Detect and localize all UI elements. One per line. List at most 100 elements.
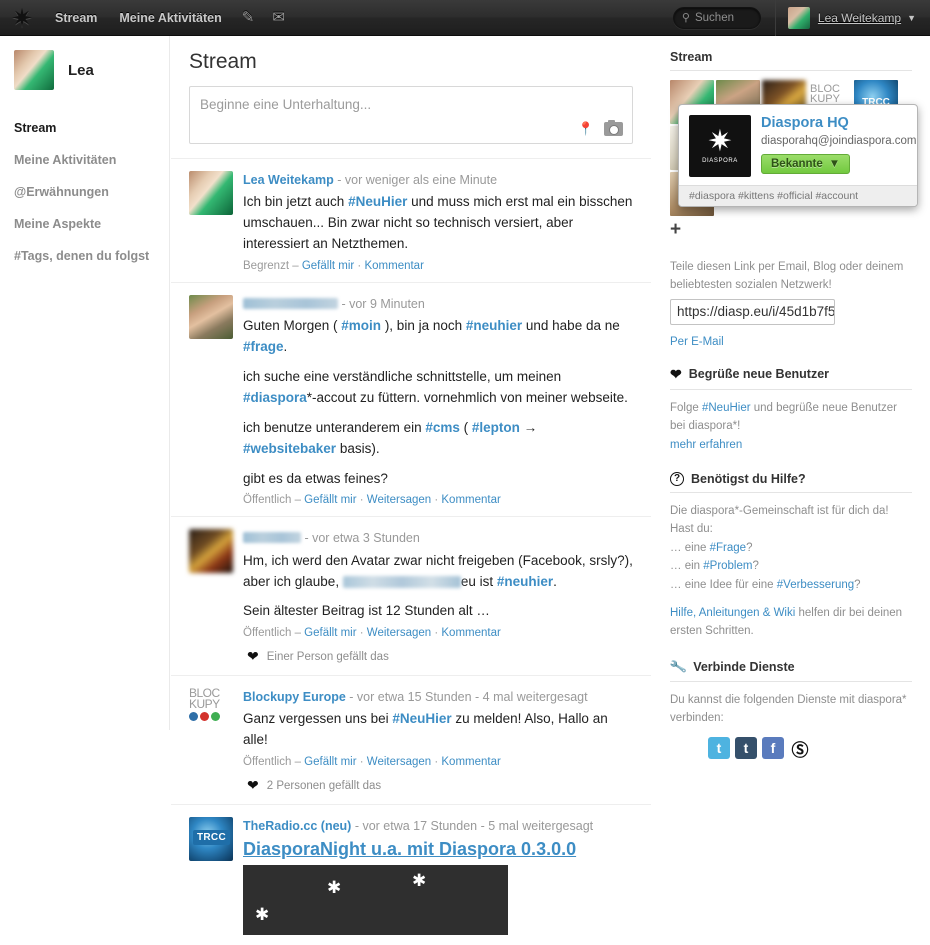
show-more-contacts-button[interactable]: + (670, 216, 912, 241)
welcome-section: ❤ Begrüße neue Benutzer Folge #NeuHier u… (660, 352, 930, 454)
help-footer: Hilfe, Anleitungen & Wiki helfen dir bei… (670, 604, 912, 641)
help-wiki-link[interactable]: Hilfe, Anleitungen & Wiki (670, 607, 795, 619)
search-icon: ⚲ (681, 12, 690, 24)
post-avatar[interactable] (189, 294, 233, 507)
heart-icon: ❤ (247, 777, 259, 794)
location-pin-icon[interactable]: 📍 (578, 121, 594, 137)
post-paragraph: Ich bin jetzt auch #NeuHier und muss mic… (243, 194, 633, 251)
nav-meine-aktivitaeten[interactable]: Meine Aktivitäten (108, 0, 232, 36)
hashtag-link[interactable]: #moin (341, 318, 381, 333)
post-action-kommentar[interactable]: Kommentar (364, 260, 423, 272)
bullet-suffix: ? (854, 578, 861, 591)
sidebar-item-erwaehnungen[interactable]: @Erwähnungen (0, 176, 169, 208)
post-scope: Öffentlich – (243, 627, 305, 640)
post-action-gef-llt-mir[interactable]: Gefällt mir (302, 260, 354, 272)
section-header-services: 🔧 Verbinde Dienste (669, 645, 912, 682)
hashtag-link[interactable]: #neuhier (466, 318, 522, 333)
sidebar-item-tags[interactable]: #Tags, denen du folgst (0, 240, 169, 272)
search-input[interactable]: ⚲ Suchen (672, 6, 761, 29)
redacted-text (342, 575, 461, 588)
welcome-tag[interactable]: #NeuHier (702, 402, 751, 414)
sidebar-item-stream[interactable]: Stream (0, 112, 169, 144)
post-action-kommentar[interactable]: Kommentar (441, 756, 500, 768)
sidebar-user-block[interactable]: Lea (0, 36, 169, 90)
post-header: Lea Weitekamp - vor weniger als eine Min… (243, 171, 633, 189)
user-menu[interactable]: Lea Weitekamp ▼ (774, 0, 930, 36)
welcome-body: Folge #NeuHier und begrüße neue Benutzer… (670, 390, 912, 454)
post-avatar[interactable]: TRCC (189, 817, 233, 935)
post-author[interactable]: TheRadio.cc (neu) (243, 819, 351, 833)
post-timestamp: - vor etwa 17 Stunden - 5 mal weitergesa… (351, 819, 594, 834)
sidebar-item-meine-aktivitaeten[interactable]: Meine Aktivitäten (0, 144, 169, 176)
post-embedded-image[interactable]: ✱ ✱ ✱ (243, 864, 508, 935)
post-avatar[interactable] (189, 529, 233, 665)
invite-by-email-link[interactable]: Per E-Mail (670, 336, 724, 348)
hashtag-link[interactable]: #NeuHier (348, 194, 407, 209)
post-action-kommentar[interactable]: Kommentar (441, 627, 500, 639)
section-title: Verbinde Dienste (693, 659, 795, 674)
blockupy-dots-icon (189, 712, 233, 722)
hashtag-link[interactable]: #diaspora (243, 390, 307, 405)
sidebar-item-meine-aspekte[interactable]: Meine Aspekte (0, 208, 169, 240)
section-header-stream: Stream (670, 36, 912, 71)
post: - vor 9 Minuten Guten Morgen ( #moin ), b… (171, 281, 651, 517)
hover-card-name[interactable]: Diaspora HQ (761, 115, 907, 132)
post-action-gef-llt-mir[interactable]: Gefällt mir (304, 627, 356, 639)
post-timestamp: - vor 9 Minuten (338, 296, 425, 311)
diaspora-asterisk-logo[interactable]: ✷ (0, 0, 44, 36)
wordpress-icon[interactable]: Ⓢ (789, 737, 811, 760)
post-likes: ❤ 2 Personen gefällt das (243, 777, 633, 794)
post-action-gef-llt-mir[interactable]: Gefällt mir (304, 756, 356, 768)
contact-hover-card[interactable]: ✷ DIASPORA Diaspora HQ diasporahq@joindi… (678, 104, 918, 207)
section-title: Benötigst du Hilfe? (691, 471, 806, 486)
chevron-down-icon: ▼ (907, 12, 916, 23)
help-bullet: … eine Idee für eine #Verbesserung? (670, 576, 912, 594)
post-action-weitersagen[interactable]: Weitersagen (367, 756, 431, 768)
avatar (14, 50, 54, 90)
right-sidebar: Stream BLOC KUPY TRCC + Teile diesen Lin… (660, 36, 930, 760)
messages-icon[interactable]: ✉ (263, 0, 294, 36)
post-footer: Öffentlich – Gefällt mir · Weitersagen ·… (243, 627, 501, 640)
help-line-1: Die diaspora*-Gemeinschaft ist für dich … (670, 504, 889, 517)
post-paragraph: gibt es da etwas feines? (243, 470, 388, 486)
help-tag-frage[interactable]: #Frage (710, 542, 746, 554)
hover-card-tags: #diaspora #kittens #official #account (679, 185, 917, 206)
post-timestamp: - vor weniger als eine Minute (333, 173, 498, 187)
aspect-dropdown-button[interactable]: Bekannte ▼ (761, 154, 851, 175)
twitter-icon[interactable]: t (708, 737, 730, 760)
help-body: Die diaspora*-Gemeinschaft ist für dich … (670, 493, 912, 641)
hover-card-main: ✷ DIASPORA Diaspora HQ diasporahq@joindi… (679, 105, 917, 185)
post-avatar[interactable] (189, 171, 233, 272)
help-tag-verbesserung[interactable]: #Verbesserung (777, 579, 854, 591)
camera-icon[interactable] (604, 120, 623, 136)
post-action-kommentar[interactable]: Kommentar (441, 494, 500, 506)
publisher-box[interactable]: Beginne eine Unterhaltung... 📍 (189, 86, 633, 144)
search-placeholder: Suchen (694, 11, 734, 24)
hashtag-link[interactable]: #neuhier (497, 574, 553, 589)
post-action-weitersagen[interactable]: Weitersagen (367, 627, 431, 639)
post-author[interactable]: Lea Weitekamp (243, 173, 334, 187)
avatar: BLOC KUPY (189, 687, 233, 733)
contacts-icon[interactable]: ✎ (233, 0, 264, 36)
hashtag-link[interactable]: #NeuHier (392, 711, 451, 726)
post-avatar[interactable]: BLOC KUPY (189, 687, 233, 794)
post-action-gef-llt-mir[interactable]: Gefällt mir (304, 494, 356, 506)
tumblr-icon[interactable]: t (735, 737, 757, 760)
post-body: Lea Weitekamp - vor weniger als eine Min… (243, 171, 633, 272)
hover-card-info: Diaspora HQ diasporahq@joindiaspora.com … (751, 115, 917, 177)
hashtag-link[interactable]: #cms (425, 420, 460, 435)
post-action-weitersagen[interactable]: Weitersagen (367, 494, 431, 506)
invite-link-input[interactable]: https://diasp.eu/i/45d1b7f5 (670, 298, 835, 325)
hashtag-link[interactable]: #frage (243, 339, 284, 354)
bullet-suffix: ? (752, 560, 759, 573)
welcome-more-link[interactable]: mehr erfahren (670, 439, 742, 451)
bullet-prefix: … eine Idee für eine (670, 578, 777, 591)
post-link-title[interactable]: DiasporaNight u.a. mit Diaspora 0.3.0.0 (243, 838, 633, 861)
facebook-icon[interactable]: f (762, 737, 784, 760)
nav-stream[interactable]: Stream (44, 0, 108, 36)
post-author[interactable]: Blockupy Europe (243, 690, 346, 704)
post-text: Ich bin jetzt auch #NeuHier und muss mic… (243, 192, 633, 255)
hashtag-link[interactable]: #lepton (472, 420, 520, 435)
help-tag-problem[interactable]: #Problem (703, 560, 752, 572)
hashtag-link[interactable]: #websitebaker (243, 441, 336, 456)
